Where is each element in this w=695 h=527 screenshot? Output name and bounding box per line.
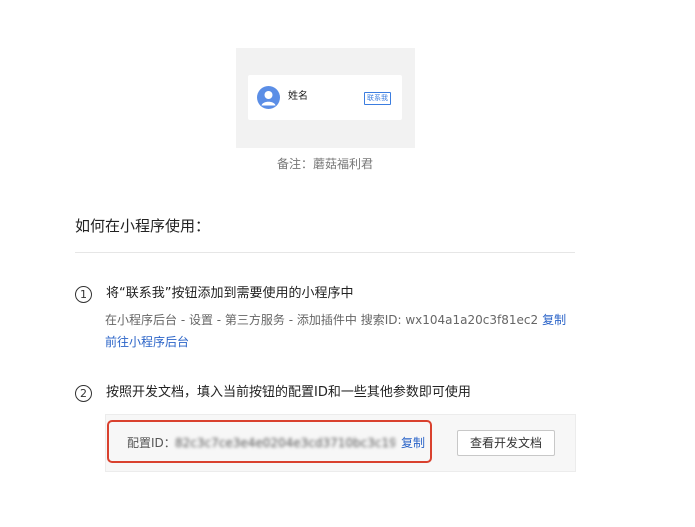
goto-admin-link[interactable]: 前往小程序后台 xyxy=(105,334,189,350)
step-2-number: 2 xyxy=(75,385,92,402)
card-name: 姓名 xyxy=(288,91,308,102)
step-1-description: 在小程序后台 - 设置 - 第三方服务 - 添加插件中 搜索ID: wx104a… xyxy=(105,312,566,328)
step-1-title: 将“联系我”按钮添加到需要使用的小程序中 xyxy=(106,286,354,301)
user-avatar-icon xyxy=(257,86,280,109)
config-id-value: 82c3c7ce3e4e0204e3cd3710bc3c1909 xyxy=(175,436,395,450)
section-title: 如何在小程序使用： xyxy=(75,217,211,235)
contact-card-preview: 姓名 联系我 xyxy=(248,75,402,120)
copy-config-id-link[interactable]: 复制 xyxy=(401,435,425,451)
step-2-title: 按照开发文档，填入当前按钮的配置ID和一些其他参数即可使用 xyxy=(106,385,471,400)
divider xyxy=(75,252,575,253)
copy-plugin-id-link[interactable]: 复制 xyxy=(542,313,566,327)
step-1-desc-text: 在小程序后台 - 设置 - 第三方服务 - 添加插件中 搜索ID: wx104a… xyxy=(105,313,539,327)
preview-remark: 备注：蘑菇福利君 xyxy=(276,157,373,171)
config-panel: 配置ID： 82c3c7ce3e4e0204e3cd3710bc3c1909 复… xyxy=(105,414,576,472)
contact-me-button-preview: 联系我 xyxy=(364,92,391,105)
step-1-number: 1 xyxy=(75,286,92,303)
view-dev-docs-button[interactable]: 查看开发文档 xyxy=(457,430,555,456)
config-id-label: 配置ID： xyxy=(127,436,176,450)
